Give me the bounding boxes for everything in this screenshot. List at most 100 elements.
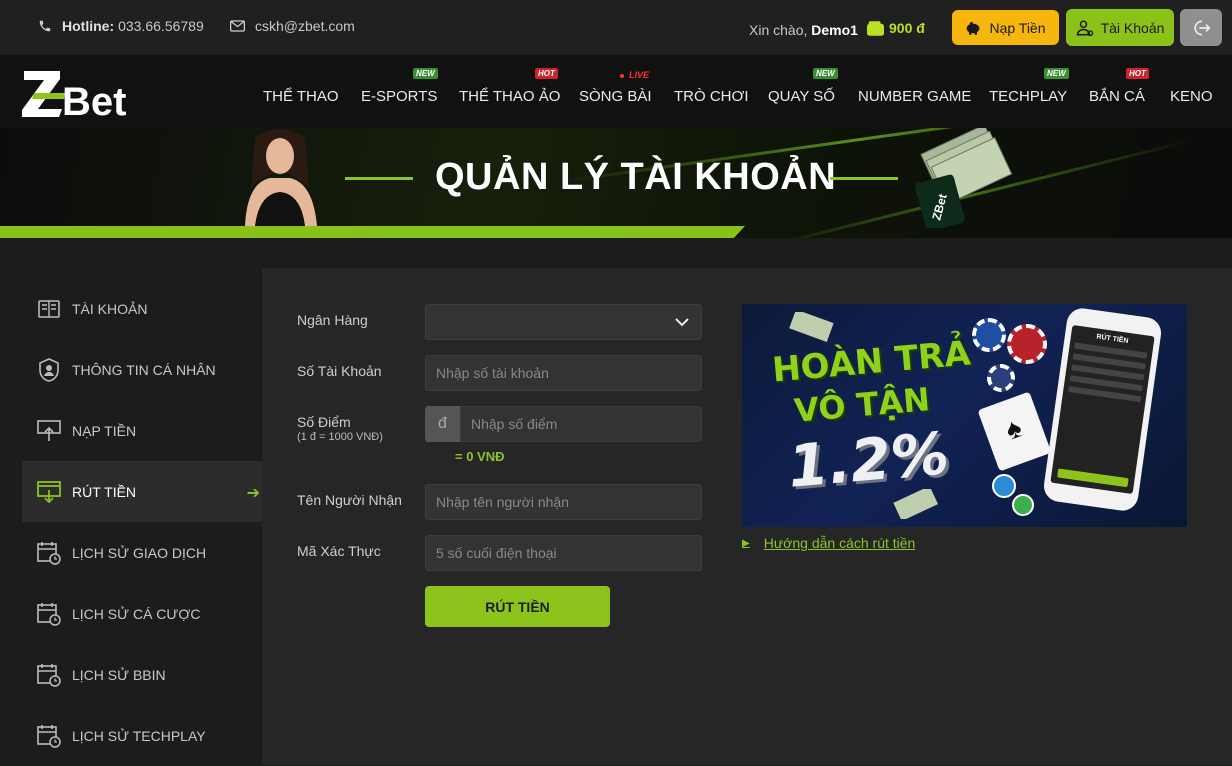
withdraw-guide-text: Hướng dẫn cách rút tiền — [763, 535, 916, 551]
nav-label: E-SPORTS — [361, 88, 438, 105]
piggy-bank-icon — [967, 21, 980, 35]
sidebar-item-label: TÀI KHOẢN — [72, 300, 148, 317]
verify-code-input[interactable] — [425, 535, 702, 571]
sidebar-item-label: LỊCH SỬ CÁ CƯỢC — [72, 605, 201, 622]
chevron-down-icon — [675, 317, 689, 326]
deposit-button[interactable]: Nạp Tiền — [952, 10, 1059, 45]
recipient-label: Tên Người Nhận — [297, 492, 402, 508]
hotline: Hotline: 033.66.56789 — [38, 18, 204, 34]
account-button-label: Tài Khoản — [1100, 19, 1165, 36]
account-number-label: Số Tài Khoản — [297, 363, 382, 379]
verify-code-label: Mã Xác Thực — [297, 543, 381, 559]
main-header: Bet THỂ THAO NEW E-SPORTS HOT THỂ THAO Ả… — [0, 55, 1232, 128]
withdraw-icon — [37, 480, 61, 504]
banner-stripe — [0, 226, 745, 238]
sidebar-item-label: NẠP TIỀN — [72, 422, 137, 439]
points-label-text: Số Điểm — [297, 414, 351, 430]
sidebar-item-techplay-history[interactable]: LỊCH SỬ TECHPLAY — [22, 705, 262, 766]
deposit-icon — [37, 419, 61, 443]
casino-chip-icon — [972, 318, 1006, 352]
bank-select[interactable] — [425, 304, 702, 340]
hot-badge: HOT — [535, 68, 558, 79]
account-book-icon — [37, 297, 61, 321]
nav-ban-ca[interactable]: HOT BẮN CÁ — [1089, 68, 1149, 105]
casino-chip-icon — [987, 364, 1015, 392]
logout-icon — [1194, 20, 1211, 35]
nav-label: TRÒ CHƠI — [674, 88, 749, 105]
top-bar: Hotline: 033.66.56789 cskh@zbet.com Xin … — [0, 0, 1232, 55]
account-sidebar: TÀI KHOẢN THÔNG TIN CÁ NHÂN NẠP TIỀN RÚT… — [22, 278, 262, 766]
new-badge: NEW — [1044, 68, 1069, 79]
nav-label: NUMBER GAME — [858, 88, 972, 105]
email-address[interactable]: cskh@zbet.com — [255, 18, 355, 34]
sidebar-item-label: THÔNG TIN CÁ NHÂN — [72, 361, 216, 378]
sidebar-item-label: RÚT TIỀN — [72, 483, 137, 500]
points-input[interactable] — [460, 406, 702, 442]
calendar-history-icon — [37, 724, 61, 748]
promo-rate: 1.2% — [785, 419, 952, 501]
money-bill-icon — [789, 312, 834, 342]
nav-techplay[interactable]: NEW TECHPLAY — [989, 68, 1069, 105]
nav-label: SÒNG BÀI — [579, 88, 652, 105]
lottery-ball-icon — [1012, 494, 1034, 516]
nav-song-bai[interactable]: LIVE SÒNG BÀI — [579, 70, 652, 105]
nav-e-sports[interactable]: NEW E-SPORTS — [361, 68, 438, 105]
hotline-number[interactable]: 033.66.56789 — [118, 18, 204, 34]
withdraw-panel: Ngân Hàng Số Tài Khoản Số Điểm (1 đ = 10… — [262, 268, 1232, 765]
page-title: QUẢN LÝ TÀI KHOẢN — [435, 156, 837, 198]
nav-label: KENO — [1170, 88, 1213, 105]
sidebar-item-deposit[interactable]: NẠP TIỀN — [22, 400, 262, 461]
lottery-ball-icon — [992, 474, 1016, 498]
greeting: Xin chào, Demo1 — [749, 22, 858, 38]
withdraw-guide-link[interactable]: ▶ Hướng dẫn cách rút tiền — [742, 535, 915, 551]
nav-label: TECHPLAY — [989, 88, 1068, 105]
personal-info-icon — [37, 357, 61, 382]
sidebar-item-label: LỊCH SỬ GIAO DỊCH — [72, 544, 207, 561]
sidebar-item-account[interactable]: TÀI KHOẢN — [22, 278, 262, 339]
wallet-balance: 900 đ — [867, 20, 925, 36]
hotline-label: Hotline: — [62, 18, 115, 34]
sidebar-item-transaction-history[interactable]: LỊCH SỬ GIAO DỊCH — [22, 522, 262, 583]
phone-mockup: RÚT TIỀN — [1041, 306, 1164, 513]
nav-tro-choi[interactable]: TRÒ CHƠI — [674, 88, 749, 105]
sidebar-item-label: LỊCH SỬ BBIN — [72, 666, 166, 683]
nav-label: BẮN CÁ — [1089, 88, 1145, 105]
balance-value: 900 đ — [889, 20, 925, 36]
wallet-icon — [867, 20, 884, 36]
conversion-value: = 0 VNĐ — [455, 449, 505, 464]
points-rate-note: (1 đ = 1000 VNĐ) — [297, 431, 383, 443]
username: Demo1 — [811, 22, 858, 38]
account-button[interactable]: Tài Khoản — [1066, 9, 1174, 46]
nav-label: THỂ THAO ẢO — [459, 88, 561, 105]
points-label: Số Điểm (1 đ = 1000 VNĐ) — [297, 414, 383, 443]
ace-card-icon: ♠ — [977, 391, 1052, 472]
deposit-button-label: Nạp Tiền — [989, 19, 1046, 36]
recipient-name-input[interactable] — [425, 484, 702, 520]
nav-quay-so[interactable]: NEW QUAY SỐ — [768, 68, 838, 105]
sidebar-item-bbin-history[interactable]: LỊCH SỬ BBIN — [22, 644, 262, 705]
new-badge: NEW — [813, 68, 838, 79]
bank-label: Ngân Hàng — [297, 312, 368, 328]
nav-number-game[interactable]: NUMBER GAME — [858, 88, 971, 105]
sidebar-item-bet-history[interactable]: LỊCH SỬ CÁ CƯỢC — [22, 583, 262, 644]
zbet-logo[interactable]: Bet — [22, 65, 147, 120]
logout-button[interactable] — [1180, 9, 1222, 46]
nav-the-thao-ao[interactable]: HOT THỂ THAO ẢO — [459, 68, 561, 105]
nav-label: QUAY SỐ — [768, 88, 835, 105]
money-bill-icon — [893, 489, 939, 519]
phone-screen-button — [1057, 468, 1129, 488]
email-contact: cskh@zbet.com — [230, 18, 355, 34]
phone-icon — [39, 20, 51, 32]
nav-the-thao[interactable]: THỂ THAO — [263, 88, 339, 105]
account-number-input[interactable] — [425, 355, 702, 391]
play-triangle-icon: ▶ — [742, 537, 750, 549]
promo-banner[interactable]: ♠ HOÀN TRẢ VÔ TẬN 1.2% RÚT TIỀN — [742, 304, 1187, 527]
nav-keno[interactable]: KENO — [1170, 88, 1213, 105]
sidebar-item-withdraw[interactable]: RÚT TIỀN ➔ — [22, 461, 262, 522]
calendar-history-icon — [37, 663, 61, 687]
calendar-history-icon — [37, 541, 61, 565]
withdraw-submit-button[interactable]: RÚT TIỀN — [425, 586, 610, 627]
money-stack-image: ZBet — [915, 128, 1013, 228]
sidebar-item-personal-info[interactable]: THÔNG TIN CÁ NHÂN — [22, 339, 262, 400]
currency-prefix: đ — [425, 406, 460, 442]
